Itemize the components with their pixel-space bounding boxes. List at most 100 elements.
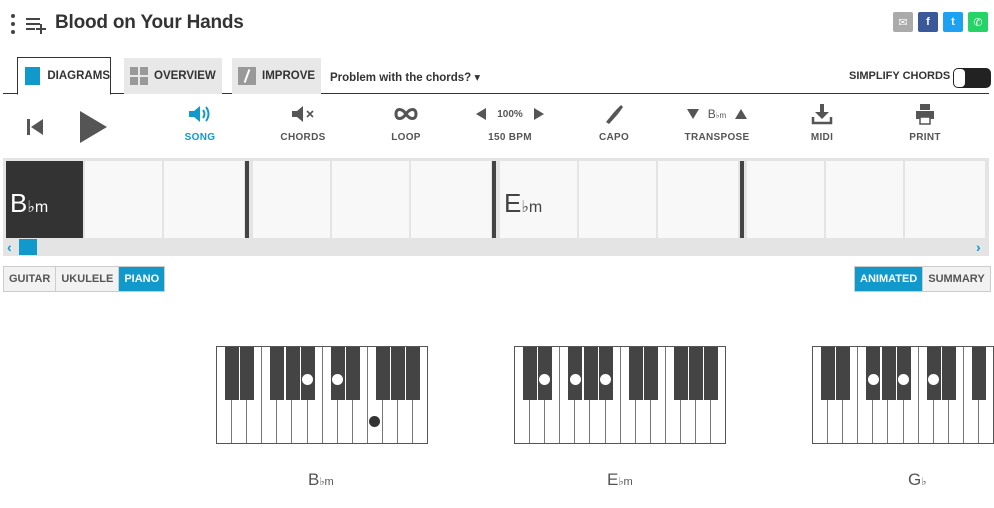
- timeline-chord: B♭m: [10, 188, 49, 218]
- black-key: [628, 347, 643, 400]
- facebook-share-icon[interactable]: f: [918, 12, 938, 32]
- pressed-key-dot: [898, 374, 909, 385]
- timeline-beat[interactable]: [905, 161, 985, 238]
- black-key: [406, 347, 421, 400]
- play-icon[interactable]: [78, 110, 108, 144]
- email-share-icon[interactable]: ✉: [893, 12, 913, 32]
- animated-option[interactable]: ANIMATED: [855, 267, 924, 291]
- tempo-up-icon[interactable]: [533, 107, 545, 121]
- black-key: [689, 347, 704, 400]
- player-toolbar: SONG CHORDS LOOP 100% 150 BPM CAPO B♭m T…: [0, 96, 994, 158]
- chord-name: E♭m: [607, 470, 633, 489]
- timeline-beat[interactable]: E♭m: [500, 161, 577, 238]
- tab-overview[interactable]: OVERVIEW: [124, 58, 222, 94]
- black-key: [285, 347, 300, 400]
- piano-diagram: [216, 346, 428, 444]
- chord-name: G♭: [908, 470, 927, 489]
- infinity-icon: [394, 108, 418, 120]
- black-key: [225, 347, 240, 400]
- grid-icon: [130, 67, 148, 85]
- timeline-beat-current[interactable]: B♭m: [6, 161, 83, 238]
- capo-icon: [606, 105, 623, 124]
- black-key: [704, 347, 719, 400]
- timeline-beat[interactable]: [579, 161, 656, 238]
- timeline-beat[interactable]: [747, 161, 824, 238]
- pressed-key-dot: [928, 374, 939, 385]
- skip-back-icon[interactable]: [25, 118, 45, 136]
- scroll-thumb[interactable]: [19, 239, 37, 255]
- loop-button[interactable]: LOOP: [361, 102, 451, 143]
- midi-button[interactable]: MIDI: [777, 102, 867, 143]
- bar-line: [740, 161, 744, 238]
- pressed-key-dot: [868, 374, 879, 385]
- view-tabs: DIAGRAMS OVERVIEW IMPROVE Problem with t…: [3, 56, 991, 95]
- transpose-down-icon[interactable]: [686, 108, 700, 120]
- pressed-key-dot: [332, 374, 343, 385]
- black-key: [391, 347, 406, 400]
- ukulele-option[interactable]: UKULELE: [56, 267, 120, 291]
- transpose-up-icon[interactable]: [734, 108, 748, 120]
- more-menu-icon[interactable]: [10, 14, 16, 36]
- black-key: [836, 347, 851, 400]
- black-key: [523, 347, 538, 400]
- black-key: [240, 347, 255, 400]
- print-button[interactable]: PRINT: [880, 102, 970, 143]
- black-key: [674, 347, 689, 400]
- edit-icon: [238, 67, 256, 85]
- pressed-key-dot: [539, 374, 550, 385]
- timeline-beat[interactable]: [164, 161, 244, 238]
- header: Blood on Your Hands ✉ f t ✆: [0, 0, 994, 50]
- view-mode-selector: ANIMATED SUMMARY: [854, 266, 991, 292]
- instrument-selector: GUITAR UKULELE PIANO: [3, 266, 166, 292]
- black-key: [345, 347, 360, 400]
- black-key: [821, 347, 836, 400]
- guitar-option[interactable]: GUITAR: [4, 267, 57, 291]
- timeline-beat[interactable]: [332, 161, 409, 238]
- timeline-beat[interactable]: [411, 161, 491, 238]
- transpose-control: B♭m TRANSPOSE: [684, 107, 750, 143]
- printer-icon: [916, 104, 934, 125]
- transpose-key: B♭m: [707, 107, 727, 121]
- pressed-key-dot: [600, 374, 611, 385]
- pressed-key-dot: [369, 416, 380, 427]
- song-title: Blood on Your Hands: [55, 12, 244, 33]
- black-key: [941, 347, 956, 400]
- simplify-chords-toggle[interactable]: [953, 68, 991, 88]
- download-icon: [811, 104, 833, 125]
- timeline-beat[interactable]: [253, 161, 330, 238]
- twitter-share-icon[interactable]: t: [943, 12, 963, 32]
- black-key: [643, 347, 658, 400]
- scroll-right-icon[interactable]: ›: [976, 239, 981, 255]
- whatsapp-share-icon[interactable]: ✆: [968, 12, 988, 32]
- black-key: [972, 347, 987, 400]
- scroll-left-icon[interactable]: ‹: [7, 239, 12, 255]
- piano-diagram: [812, 346, 994, 444]
- add-to-playlist-icon[interactable]: [26, 16, 50, 34]
- tempo-percent: 100%: [497, 108, 523, 120]
- chords-sound-button[interactable]: CHORDS: [258, 102, 348, 143]
- chord-timeline: B♭m E♭m ‹ ›: [3, 158, 989, 256]
- mute-icon: [292, 106, 314, 122]
- diagrams-icon: [25, 67, 41, 85]
- tab-improve[interactable]: IMPROVE: [232, 58, 322, 94]
- bar-line: [492, 161, 496, 238]
- tempo-down-icon[interactable]: [475, 107, 487, 121]
- tempo-control: 100% 150 BPM: [465, 102, 555, 143]
- song-button[interactable]: SONG: [155, 102, 245, 143]
- timeline-chord: E♭m: [504, 188, 543, 218]
- black-key: [270, 347, 285, 400]
- tab-diagrams[interactable]: DIAGRAMS: [17, 57, 111, 95]
- pressed-key-dot: [570, 374, 581, 385]
- timeline-beat[interactable]: [826, 161, 903, 238]
- problem-dropdown[interactable]: Problem with the chords? ▾: [330, 70, 480, 84]
- bar-line: [245, 161, 249, 238]
- summary-option[interactable]: SUMMARY: [923, 267, 990, 291]
- timeline-beat[interactable]: [658, 161, 738, 238]
- black-key: [376, 347, 391, 400]
- timeline-beat[interactable]: [85, 161, 162, 238]
- piano-option[interactable]: PIANO: [119, 267, 165, 291]
- timeline-scrollbar[interactable]: ‹ ›: [3, 238, 989, 256]
- pressed-key-dot: [302, 374, 313, 385]
- chord-name: B♭m: [308, 470, 334, 489]
- capo-button[interactable]: CAPO: [569, 102, 659, 143]
